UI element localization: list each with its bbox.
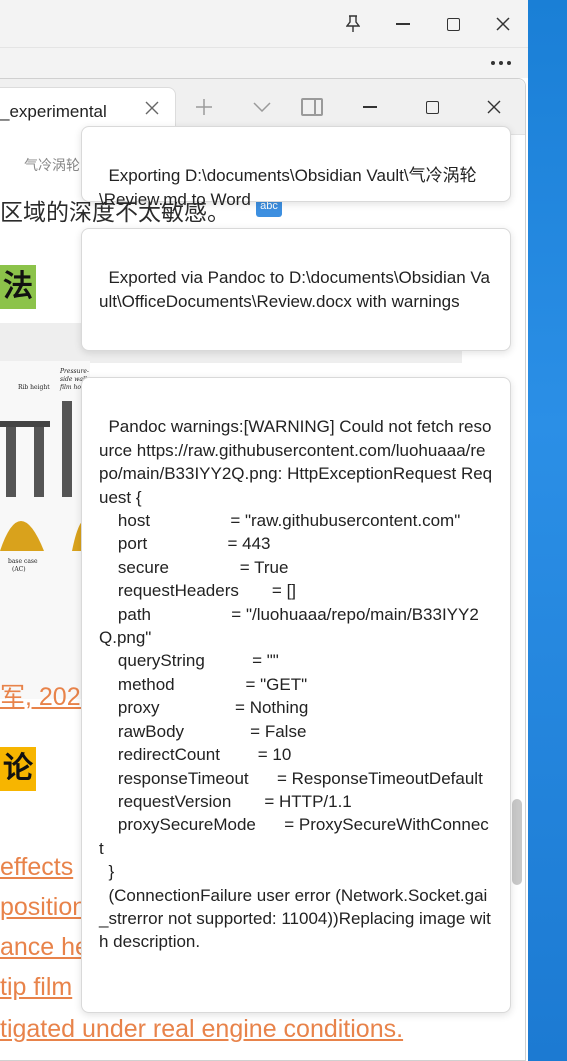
more-icon [491, 61, 511, 65]
toggle-sidebar-button[interactable] [292, 87, 332, 127]
breadcrumb[interactable]: 气冷涡轮 [24, 155, 80, 175]
maximize-button[interactable] [430, 0, 476, 48]
notice-exported[interactable]: Exported via Pandoc to D:\documents\Obsi… [81, 228, 511, 351]
tab-list-button[interactable] [242, 87, 282, 127]
desktop-wallpaper [528, 0, 567, 1061]
minimize-icon [396, 23, 410, 25]
editor-maximize-button[interactable] [412, 87, 452, 127]
editor-close-button[interactable] [474, 87, 514, 127]
tab-label: _experimental [0, 102, 107, 121]
notice-exporting[interactable]: Exporting D:\documents\Obsidian Vault\气冷… [81, 126, 511, 209]
outer-titlebar [0, 0, 528, 48]
more-row [0, 48, 528, 78]
figure-label-ac: (AC) [12, 566, 26, 573]
link-line-4[interactable]: tip film [0, 973, 72, 1002]
close-icon [145, 101, 159, 115]
close-icon [496, 17, 510, 31]
new-tab-button[interactable] [184, 87, 224, 127]
link-line-1[interactable]: effects [0, 853, 73, 882]
pin-icon[interactable] [330, 0, 376, 48]
link-line-2[interactable]: position [0, 893, 86, 922]
link-line-3[interactable]: ance he [0, 933, 89, 962]
close-icon [487, 100, 501, 114]
tab-close-button[interactable] [140, 96, 164, 120]
chevron-down-icon [253, 102, 271, 112]
figure-label-rib-height: Rib height [18, 384, 50, 391]
figure-label-pressure: Pressure- [59, 368, 89, 375]
notice-pandoc-warnings-text: Pandoc warnings:[WARNING] Could not fetc… [99, 417, 493, 952]
editor-minimize-button[interactable] [350, 87, 390, 127]
notice-exported-text: Exported via Pandoc to D:\documents\Obsi… [99, 268, 490, 311]
plus-icon [196, 99, 212, 115]
more-options-button[interactable] [486, 48, 516, 78]
scrollbar-thumb[interactable] [512, 799, 522, 885]
heading-conclusion: 论 [0, 747, 36, 791]
heading-method: 法 [0, 265, 36, 309]
figure-label-base-case: base case [8, 558, 38, 565]
sidebar-icon [301, 98, 323, 116]
minimize-button[interactable] [380, 0, 426, 48]
figure-image: Rib height base case (AC) Pressure- side… [0, 361, 90, 699]
link-line-5[interactable]: tigated under real engine conditions. [0, 1015, 403, 1044]
maximize-icon [446, 17, 460, 31]
close-button[interactable] [480, 0, 526, 48]
notice-pandoc-warnings[interactable]: Pandoc warnings:[WARNING] Could not fetc… [81, 377, 511, 1013]
minimize-icon [363, 106, 377, 108]
maximize-icon [425, 100, 439, 114]
